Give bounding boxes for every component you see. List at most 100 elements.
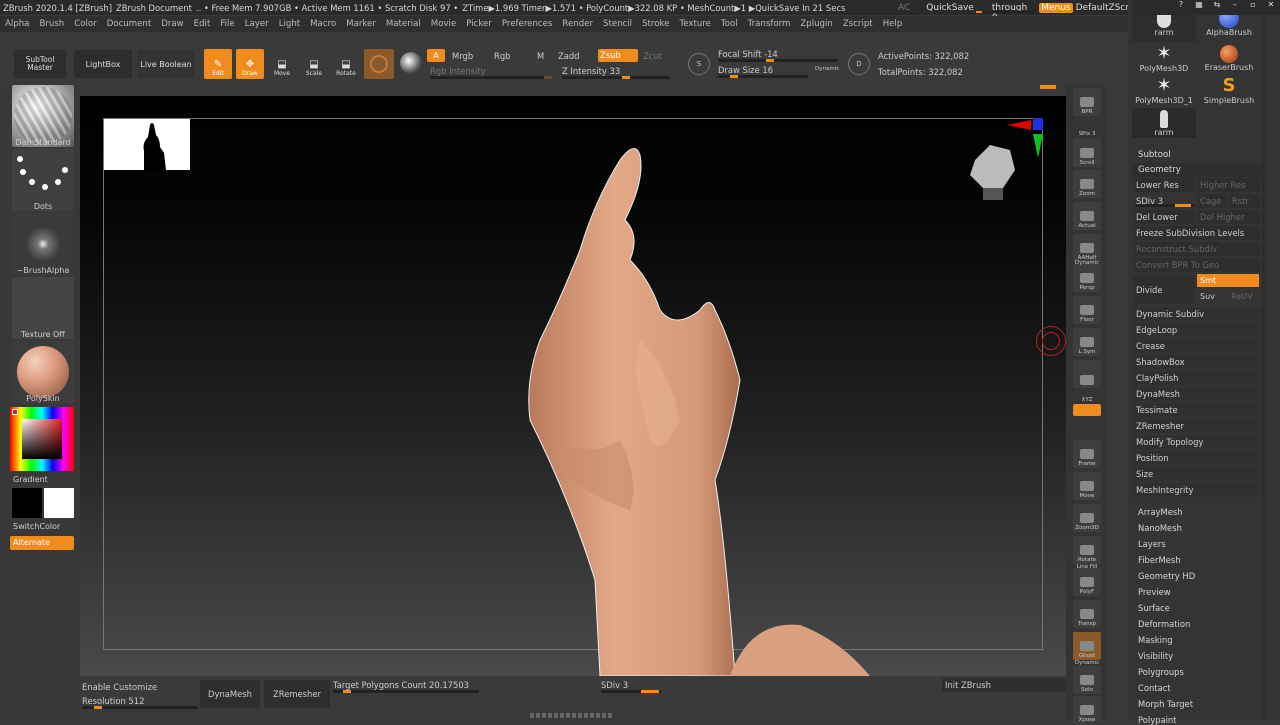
init-zbrush-button[interactable]: Init ZBrush — [942, 678, 1066, 692]
alternate-button[interactable]: Alternate — [10, 536, 74, 550]
tool-section-layers[interactable]: Layers — [1138, 539, 1166, 549]
draw-size-track[interactable] — [718, 75, 808, 78]
del-higher-button[interactable]: Del Higher — [1197, 210, 1261, 224]
cage-button[interactable]: Cage — [1197, 194, 1227, 208]
focal-shift-slider[interactable]: Focal Shift -14 — [718, 49, 778, 59]
tool-thumb-eraserbrush[interactable]: EraserBrush — [1198, 44, 1260, 76]
rgb-button[interactable]: Rgb — [494, 51, 510, 61]
minimize-icon[interactable]: – — [1226, 0, 1244, 15]
target-polygons-slider[interactable]: Target Polygons Count 20.17503 — [333, 680, 469, 690]
lower-res-button[interactable]: Lower Res — [1133, 178, 1195, 192]
tool-section-polygroups[interactable]: Polygroups — [1138, 667, 1184, 677]
dynamic-toggle[interactable]: Dynamic — [815, 66, 839, 72]
convert-bpr-button[interactable]: Convert BPR To Geo — [1133, 258, 1261, 272]
menu-movie[interactable]: Movie — [431, 19, 456, 29]
tool-section-polypaint[interactable]: Polypaint — [1138, 715, 1177, 725]
color-sphere-icon[interactable] — [400, 52, 422, 74]
menu-zplugin[interactable]: Zplugin — [800, 19, 832, 29]
divide-button[interactable]: Divide — [1133, 275, 1195, 304]
geo-crease[interactable]: Crease — [1133, 339, 1261, 353]
zremesher-button[interactable]: ZRemesher — [264, 680, 330, 708]
sdiv-track[interactable] — [1135, 204, 1195, 207]
a-button[interactable]: A — [427, 49, 445, 62]
menu-texture[interactable]: Texture — [679, 19, 710, 29]
suv-toggle[interactable]: Suv — [1197, 290, 1225, 303]
del-lower-button[interactable]: Del Lower — [1133, 210, 1195, 224]
geo-modify-topology[interactable]: Modify Topology — [1133, 435, 1261, 449]
shelf-button-11[interactable] — [1073, 404, 1101, 416]
s-icon[interactable]: S — [688, 53, 710, 75]
freeze-subdivision-button[interactable]: Freeze SubDivision Levels — [1133, 226, 1261, 240]
zsub-button[interactable]: Zsub — [598, 49, 638, 62]
close-icon[interactable]: ✕ — [1262, 0, 1280, 15]
geo-position[interactable]: Position — [1133, 451, 1261, 465]
tray-handle[interactable] — [1040, 85, 1056, 89]
shelf-persp[interactable]: Persp — [1073, 264, 1101, 292]
shelf-scroll[interactable]: Scroll — [1073, 139, 1101, 167]
target-polygons-track[interactable] — [333, 690, 479, 693]
bottom-sdiv-slider[interactable]: SDiv 3 — [601, 680, 628, 690]
shelf-solo[interactable]: Solo — [1073, 666, 1101, 694]
primary-color-swatch[interactable] — [12, 488, 42, 518]
reuv-toggle[interactable]: ReUV — [1228, 290, 1260, 303]
shelf-transp[interactable]: Transp — [1073, 600, 1101, 628]
menu-render[interactable]: Render — [562, 19, 593, 29]
geo-dynamesh[interactable]: DynaMesh — [1133, 387, 1261, 401]
menus-button[interactable]: Menus — [1039, 2, 1073, 13]
geo-size[interactable]: Size — [1133, 467, 1261, 481]
resolution-track[interactable] — [82, 706, 198, 709]
higher-res-button[interactable]: Higher Res — [1197, 178, 1261, 192]
axis-gizmo-icon[interactable] — [1005, 118, 1045, 160]
shelf-zoom3d[interactable]: Zoom3D — [1073, 504, 1101, 532]
geo-zremesher[interactable]: ZRemesher — [1133, 419, 1261, 433]
menu-transform[interactable]: Transform — [748, 19, 791, 29]
shelf-aahalf[interactable]: AAHalf — [1073, 234, 1101, 262]
tool-section-geometry-hd[interactable]: Geometry HD — [1138, 571, 1195, 581]
geometry-header[interactable]: Geometry — [1132, 163, 1262, 177]
d-icon[interactable]: D — [848, 53, 870, 75]
shelf-actual[interactable]: Actual — [1073, 202, 1101, 230]
rstr-button[interactable]: Rstr — [1229, 194, 1261, 208]
enable-customize-button[interactable]: Enable Customize — [82, 682, 157, 692]
restore-icon[interactable]: ⇆ — [1208, 0, 1226, 15]
shelf-move[interactable]: Move — [1073, 472, 1101, 500]
color-square[interactable] — [22, 419, 62, 459]
navigator-thumbnail[interactable] — [104, 119, 190, 170]
draw-button[interactable]: ✥ Draw — [236, 49, 264, 79]
shelf-bpr[interactable]: BPR — [1073, 88, 1101, 116]
edit-button[interactable]: ✎ Edit — [204, 49, 232, 79]
rotate-button[interactable]: ⬓ Rotate — [332, 49, 360, 79]
gradient-label[interactable]: Gradient — [13, 475, 48, 484]
tool-thumb-simplebrush[interactable]: S SimpleBrush — [1198, 76, 1260, 108]
shelf-zoom[interactable]: Zoom — [1073, 170, 1101, 198]
menu-macro[interactable]: Macro — [310, 19, 336, 29]
tool-section-contact[interactable]: Contact — [1138, 683, 1171, 693]
geo-edgeloop[interactable]: EdgeLoop — [1133, 323, 1261, 337]
shelf-spix-3[interactable]: SPix 3 — [1073, 126, 1101, 138]
see-through-track[interactable] — [976, 11, 1036, 13]
live-boolean-button[interactable]: Live Boolean — [137, 50, 195, 78]
lightbox-button[interactable]: LightBox — [74, 50, 132, 78]
menu-file[interactable]: File — [220, 19, 234, 29]
shelf-button-9[interactable] — [1073, 360, 1101, 388]
tool-thumb-polymesh3d-1[interactable]: ✶ PolyMesh3D_1 — [1132, 76, 1196, 108]
shelf-ghost[interactable]: Ghost — [1073, 632, 1101, 660]
menu-color[interactable]: Color — [74, 19, 96, 29]
geo-shadowbox[interactable]: ShadowBox — [1133, 355, 1261, 369]
menu-light[interactable]: Light — [279, 19, 300, 29]
reconstruct-subdiv-button[interactable]: Reconstruct Subdiv — [1133, 242, 1261, 256]
rgb-intensity-slider[interactable]: Rgb Intensity — [430, 66, 486, 76]
tool-section-surface[interactable]: Surface — [1138, 603, 1170, 613]
menu-marker[interactable]: Marker — [346, 19, 376, 29]
geo-claypolish[interactable]: ClayPolish — [1133, 371, 1261, 385]
menu-layer[interactable]: Layer — [245, 19, 269, 29]
tool-section-masking[interactable]: Masking — [1138, 635, 1173, 645]
menu-help[interactable]: Help — [883, 19, 903, 29]
bottom-tray-handle[interactable] — [530, 713, 614, 718]
zcut-button[interactable]: Zcut — [643, 51, 662, 61]
tool-thumb-rarm-2[interactable]: rarm — [1132, 108, 1196, 138]
menu-document[interactable]: Document — [107, 19, 152, 29]
m-button[interactable]: M — [537, 51, 544, 61]
z-intensity-track[interactable] — [562, 76, 670, 79]
shelf-xyz[interactable]: XYZ — [1073, 392, 1101, 404]
